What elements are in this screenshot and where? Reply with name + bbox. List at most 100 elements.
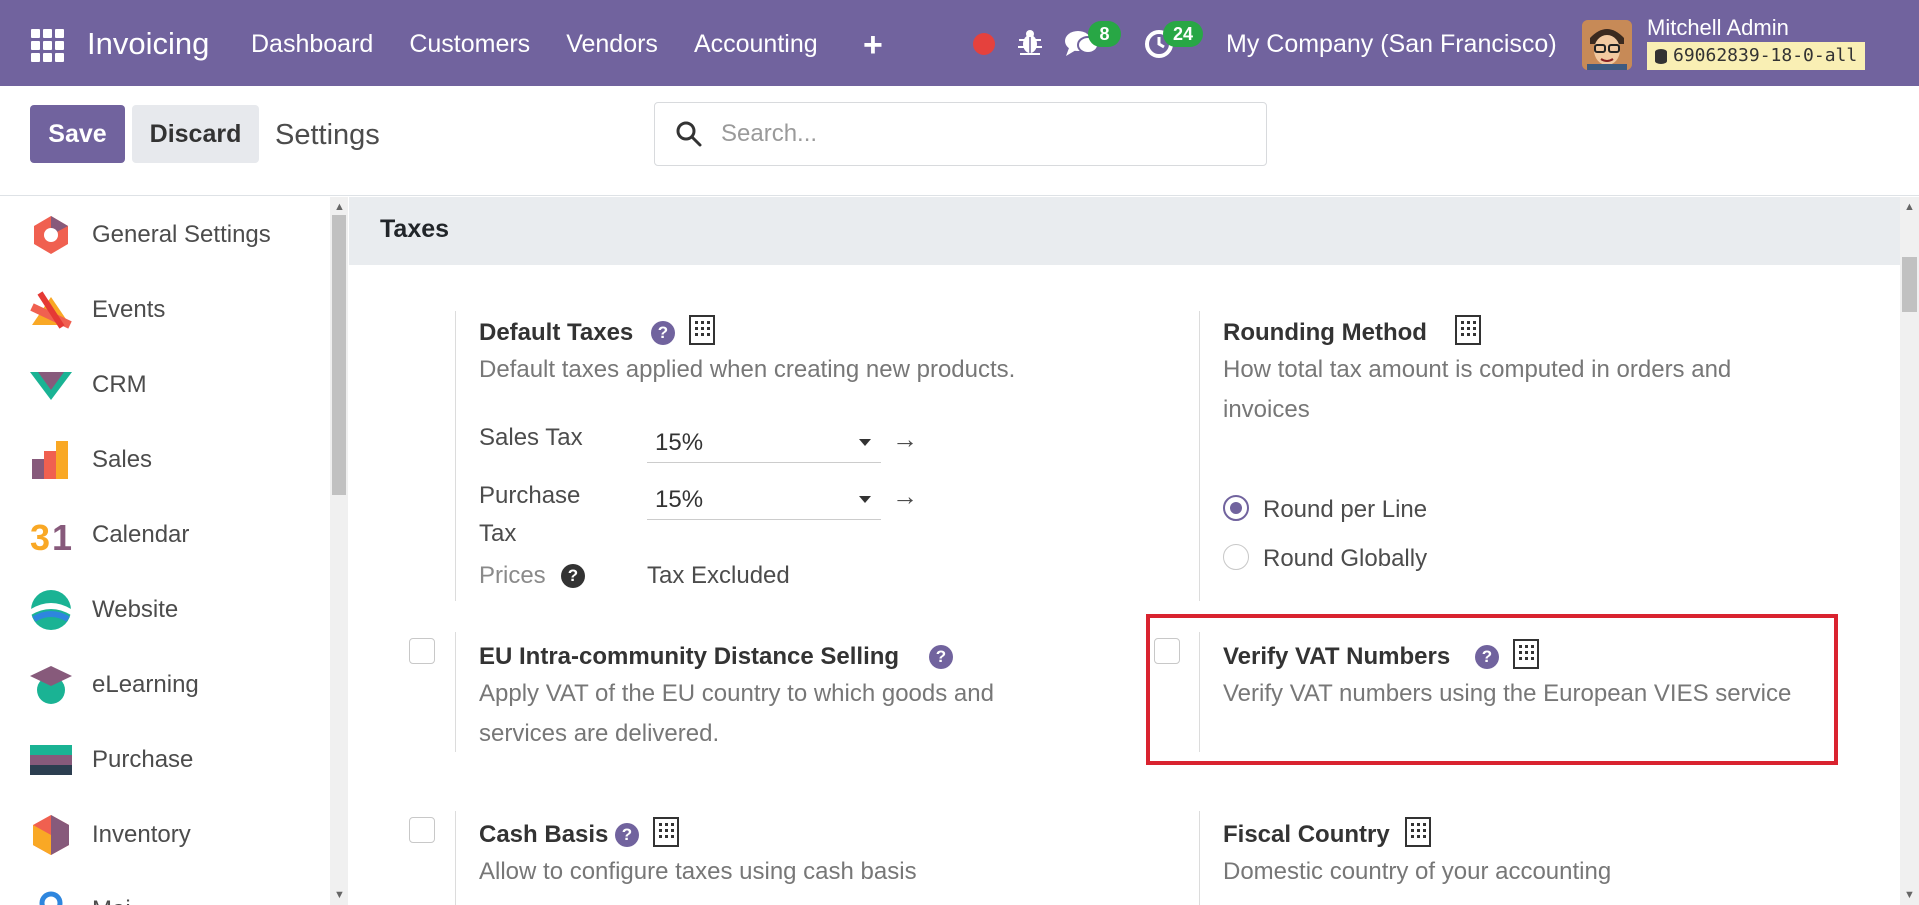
inventory-icon [33, 814, 69, 855]
maintenance-icon [39, 891, 63, 905]
rounding-method-description: How total tax amount is computed in orde… [1223, 356, 1732, 383]
help-icon[interactable]: ? [929, 645, 953, 669]
eu-distance-selling-description: Apply VAT of the EU country to which goo… [479, 680, 994, 707]
scroll-up-arrow-icon[interactable]: ▲ [1904, 201, 1915, 213]
sales-tax-label: Sales Tax [479, 424, 583, 451]
sidebar-item-label: Events [92, 295, 166, 323]
save-button[interactable]: Save [30, 105, 125, 163]
settings-sidebar: General Settings Events CRM Sales 3 1 Ca… [0, 197, 330, 905]
section-title: Taxes [380, 215, 450, 243]
scroll-up-arrow-icon[interactable]: ▲ [334, 201, 345, 213]
purchase-tax-value: 15% [655, 486, 704, 513]
arrow-right-icon[interactable]: → [892, 481, 918, 512]
sidebar-item-label: Purchase [92, 745, 194, 773]
scroll-down-arrow-icon[interactable]: ▼ [334, 889, 345, 901]
purchase-tax-select[interactable]: 15% [647, 478, 881, 520]
sidebar-item-events[interactable]: Events [0, 272, 330, 347]
round-globally-radio[interactable] [1223, 544, 1249, 570]
menu-dashboard[interactable]: Dashboard [251, 30, 373, 59]
purchase-tax-label-line1: Purchase [479, 482, 581, 509]
search-input[interactable] [721, 117, 1241, 151]
menu-vendors[interactable]: Vendors [566, 30, 658, 59]
sidebar-item-label: eLearning [92, 670, 199, 698]
company-building-icon [689, 315, 715, 345]
sidebar-item-label: Website [92, 595, 179, 623]
crm-icon [30, 371, 72, 400]
elearning-icon [30, 665, 72, 704]
sidebar-item-label: Sales [92, 445, 153, 473]
database-name: 69062839-18-0-all [1673, 45, 1858, 66]
chevron-down-icon [859, 496, 871, 503]
top-navbar: Invoicing Dashboard Customers Vendors Ac… [0, 0, 1919, 86]
default-taxes-description: Default taxes applied when creating new … [479, 356, 1016, 383]
menu-customers[interactable]: Customers [409, 30, 530, 59]
sidebar-item-maintenance[interactable]: Mai [0, 872, 330, 905]
content-scroll-thumb[interactable] [1902, 257, 1917, 312]
sidebar-item-general-settings[interactable]: General Settings [0, 197, 330, 272]
sidebar-item-calendar[interactable]: 3 1 Calendar [0, 497, 330, 572]
round-per-line-radio[interactable] [1223, 495, 1249, 521]
sidebar-item-purchase[interactable]: Purchase [0, 722, 330, 797]
sidebar-item-website[interactable]: Website [0, 572, 330, 647]
website-icon [31, 589, 71, 630]
user-avatar[interactable] [1582, 20, 1632, 70]
cash-basis-checkbox[interactable] [409, 817, 435, 843]
rounding-method-description-line2: invoices [1223, 396, 1310, 423]
svg-text:1: 1 [52, 517, 72, 558]
cash-basis-title: Cash Basis [479, 821, 609, 848]
menu-accounting[interactable]: Accounting [694, 30, 818, 59]
prices-value: Tax Excluded [647, 562, 790, 589]
scroll-down-arrow-icon[interactable]: ▼ [1904, 889, 1915, 901]
divider [455, 632, 456, 752]
sidebar-scrollbar[interactable]: ▲ ▼ [330, 197, 348, 905]
activities-badge: 24 [1163, 21, 1203, 47]
help-icon[interactable]: ? [651, 321, 675, 345]
database-tag: 69062839-18-0-all [1647, 42, 1866, 70]
eu-distance-selling-checkbox[interactable] [409, 638, 435, 664]
main-menu: Dashboard Customers Vendors Accounting [251, 30, 854, 59]
sidebar-scroll-thumb[interactable] [332, 215, 346, 495]
cash-basis-description: Allow to configure taxes using cash basi… [479, 858, 917, 885]
divider [455, 811, 456, 905]
help-icon[interactable]: ? [615, 823, 639, 847]
settings-content: Taxes Default Taxes ? Default taxes appl… [349, 197, 1900, 905]
record-icon[interactable] [973, 33, 995, 55]
user-name[interactable]: Mitchell Admin [1647, 15, 1789, 41]
discard-button[interactable]: Discard [132, 105, 259, 163]
sales-tax-value: 15% [655, 429, 704, 456]
highlight-frame [1146, 614, 1838, 765]
help-icon[interactable]: ? [561, 564, 585, 588]
app-brand[interactable]: Invoicing [87, 26, 209, 62]
sidebar-item-label: General Settings [92, 220, 271, 248]
search-icon [676, 121, 702, 147]
sidebar-item-sales[interactable]: Sales [0, 422, 330, 497]
rounding-method-title: Rounding Method [1223, 319, 1427, 346]
sidebar-item-label: Mai [92, 896, 131, 905]
app-menu-grid-icon[interactable] [31, 29, 64, 62]
purchase-icon [30, 744, 72, 775]
page-title: Settings [275, 119, 380, 151]
eu-distance-selling-description-line2: services are delivered. [479, 720, 720, 747]
sidebar-item-crm[interactable]: CRM [0, 347, 330, 422]
search-box [654, 102, 1267, 166]
round-globally-label[interactable]: Round Globally [1263, 545, 1427, 573]
content-scrollbar[interactable]: ▲ ▼ [1900, 197, 1919, 905]
prices-label: Prices [479, 562, 546, 589]
general-settings-icon [34, 215, 68, 254]
database-icon [1655, 48, 1667, 64]
fiscal-country-description: Domestic country of your accounting [1223, 858, 1612, 885]
bug-icon[interactable] [1015, 27, 1045, 57]
eu-distance-selling-title: EU Intra-community Distance Selling [479, 643, 900, 670]
control-panel: Save Discard Settings [0, 86, 1919, 196]
plus-icon[interactable]: + [863, 26, 883, 65]
events-icon [30, 290, 72, 329]
sidebar-item-label: Calendar [92, 520, 190, 548]
sidebar-item-inventory[interactable]: Inventory [0, 797, 330, 872]
round-per-line-label[interactable]: Round per Line [1263, 496, 1427, 524]
sidebar-item-elearning[interactable]: eLearning [0, 647, 330, 722]
sales-tax-select[interactable]: 15% [647, 421, 881, 463]
company-switcher[interactable]: My Company (San Francisco) [1226, 30, 1557, 59]
divider [455, 311, 456, 601]
arrow-right-icon[interactable]: → [892, 424, 918, 455]
company-building-icon [1405, 817, 1431, 847]
